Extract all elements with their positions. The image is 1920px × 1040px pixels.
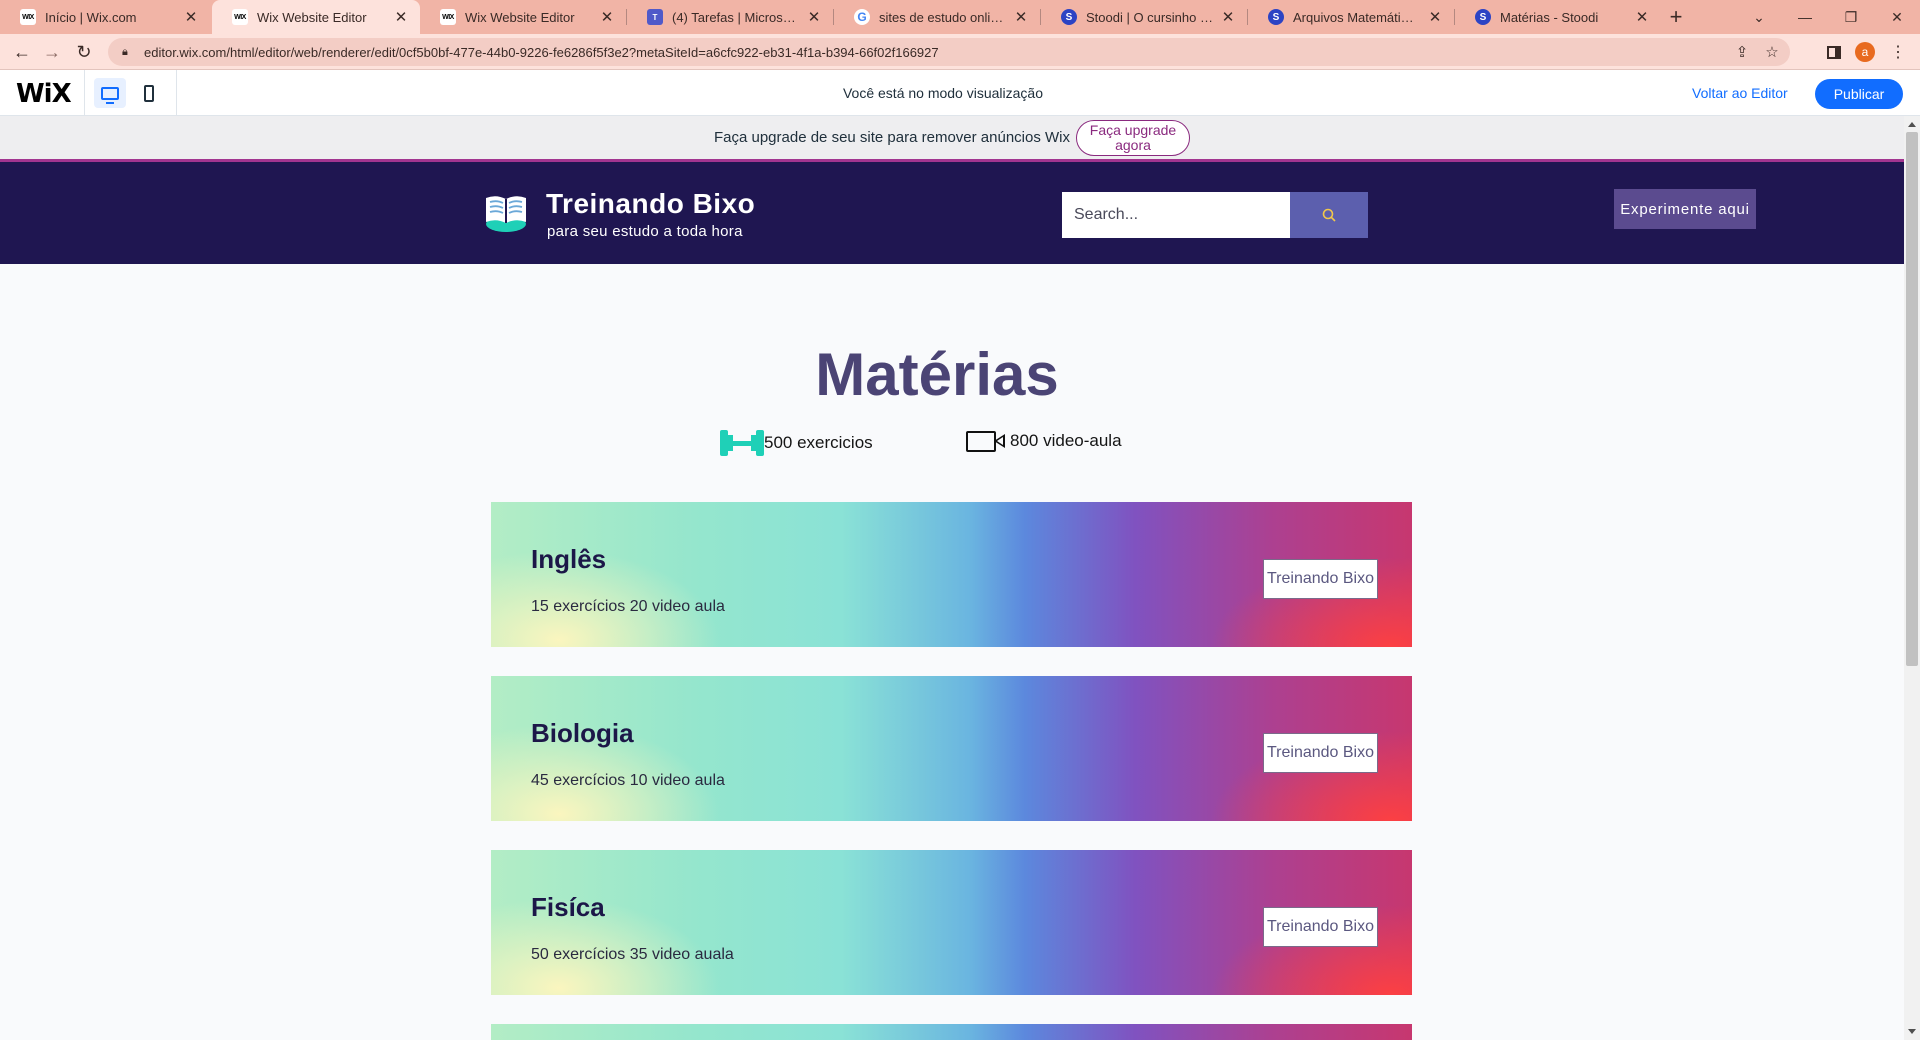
preview-mode-text: Você está no modo visualização: [842, 85, 1043, 101]
new-tab-icon[interactable]: +: [1662, 0, 1690, 34]
window-close-icon[interactable]: ✕: [1874, 0, 1920, 34]
forward-arrow-icon[interactable]: →: [38, 38, 66, 66]
tab-label: Início | Wix.com: [45, 9, 137, 25]
subject-info: 50 exercícios 35 video auala: [531, 946, 734, 963]
subject-info: 45 exercícios 10 video aula: [531, 772, 725, 789]
tab-search-icon[interactable]: ⌄: [1736, 0, 1782, 34]
tab-label: Stoodi | O cursinho online: [1086, 9, 1213, 25]
dumbbell-icon: [720, 430, 764, 456]
site-header: Treinando Bixo para seu estudo a toda ho…: [0, 162, 1904, 264]
wix-favicon-icon: WIX: [232, 9, 248, 25]
browser-menu-icon[interactable]: ⋮: [1886, 38, 1910, 66]
subject-name: Inglês: [531, 544, 607, 574]
browser-tab-active[interactable]: WIX Wix Website Editor ✕: [212, 0, 420, 34]
close-icon[interactable]: ✕: [805, 8, 823, 26]
tab-label: Wix Website Editor: [465, 9, 575, 25]
lock-icon: 🔒︎: [122, 45, 128, 58]
search-input[interactable]: [1062, 192, 1290, 238]
stoodi-favicon-icon: S: [1475, 9, 1491, 25]
close-icon[interactable]: ✕: [1426, 8, 1444, 26]
video-count: 800 video-aula: [1010, 431, 1122, 450]
upgrade-banner: Faça upgrade de seu site para remover an…: [0, 116, 1904, 162]
profile-avatar[interactable]: a: [1855, 42, 1875, 62]
subject-name: Biologia: [531, 718, 634, 748]
teams-favicon-icon: T: [647, 9, 663, 25]
browser-tab[interactable]: WIX Início | Wix.com ✕: [0, 0, 210, 34]
bookmark-star-icon[interactable]: ☆: [1758, 38, 1786, 66]
tab-label: Arquivos Matemática - Blog do Stoodi: [1293, 9, 1420, 25]
browser-tab[interactable]: WIX Wix Website Editor ✕: [420, 0, 626, 34]
page-title: Matérias: [815, 341, 1059, 408]
address-bar[interactable]: 🔒︎ editor.wix.com/html/editor/web/render…: [108, 38, 1790, 66]
try-here-button[interactable]: Experimente aqui: [1614, 189, 1756, 229]
browser-tab[interactable]: G sites de estudo online - Pesquisa Goog…: [834, 0, 1040, 34]
subject-card: Biologia 45 exercícios 10 video aula Tre…: [491, 676, 1412, 821]
scroll-thumb[interactable]: [1906, 132, 1918, 666]
browser-tab[interactable]: T (4) Tarefas | Microsoft Teams ✕: [627, 0, 833, 34]
subject-name: Fisíca: [531, 892, 605, 922]
subject-card-partial: [491, 1024, 1412, 1040]
side-panel-icon[interactable]: [1822, 38, 1846, 66]
browser-toolbar: ← → ↻ 🔒︎ editor.wix.com/html/editor/web/…: [0, 34, 1920, 70]
browser-tab[interactable]: S Arquivos Matemática - Blog do Stoodi ✕: [1248, 0, 1454, 34]
stoodi-favicon-icon: S: [1061, 9, 1077, 25]
browser-tab[interactable]: S Stoodi | O cursinho online ✕: [1041, 0, 1247, 34]
close-icon[interactable]: ✕: [1219, 8, 1237, 26]
wix-preview-bar: WiX Você está no modo visualização Volta…: [0, 70, 1920, 116]
back-to-editor-link[interactable]: Voltar ao Editor: [1692, 70, 1788, 116]
reload-icon[interactable]: ↻: [70, 38, 98, 66]
open-book-logo-icon[interactable]: [482, 190, 530, 232]
wix-favicon-icon: WIX: [440, 9, 456, 25]
back-arrow-icon[interactable]: ←: [8, 38, 36, 66]
site-search: [1062, 192, 1368, 238]
scroll-up-icon[interactable]: [1908, 122, 1916, 127]
close-icon[interactable]: ✕: [1012, 8, 1030, 26]
publish-button[interactable]: Publicar: [1815, 79, 1903, 109]
close-icon[interactable]: ✕: [182, 8, 200, 26]
upgrade-text: Faça upgrade de seu site para remover an…: [713, 129, 1070, 146]
subject-button[interactable]: Treinando Bixo: [1263, 733, 1378, 773]
upgrade-button[interactable]: Faça upgrade agora: [1076, 119, 1190, 156]
tab-label: Wix Website Editor: [257, 9, 367, 25]
exercise-stat: 500 exercicios: [720, 430, 873, 456]
site-title[interactable]: Treinando Bixo: [546, 188, 755, 220]
search-button[interactable]: [1290, 192, 1368, 238]
restore-icon[interactable]: ❐: [1828, 0, 1874, 34]
stoodi-favicon-icon: S: [1268, 9, 1284, 25]
url-text[interactable]: editor.wix.com/html/editor/web/renderer/…: [144, 45, 939, 60]
wix-favicon-icon: WIX: [20, 9, 36, 25]
minimize-icon[interactable]: —: [1782, 0, 1828, 34]
subject-info: 15 exercícios 20 video aula: [531, 598, 725, 615]
site-tagline: para seu estudo a toda hora: [547, 223, 743, 240]
exercise-count: 500 exercicios: [764, 433, 873, 452]
search-icon: [1322, 208, 1336, 222]
tab-label: sites de estudo online - Pesquisa Google: [879, 9, 1006, 25]
tab-label: Matérias - Stoodi: [1500, 9, 1599, 25]
google-favicon-icon: G: [854, 9, 870, 25]
close-icon[interactable]: ✕: [598, 8, 616, 26]
close-icon[interactable]: ✕: [392, 8, 410, 26]
subject-button[interactable]: Treinando Bixo: [1263, 559, 1378, 599]
subject-card: Inglês 15 exercícios 20 video aula Trein…: [491, 502, 1412, 647]
video-stat: 800 video-aula: [966, 430, 1122, 452]
subject-card: Fisíca 50 exercícios 35 video auala Trei…: [491, 850, 1412, 995]
page-scrollbar[interactable]: [1904, 116, 1920, 1040]
share-icon[interactable]: ⇪: [1728, 38, 1756, 66]
tab-label: (4) Tarefas | Microsoft Teams: [672, 9, 799, 25]
browser-tab[interactable]: S Matérias - Stoodi ✕: [1455, 0, 1661, 34]
video-camera-icon: [966, 430, 1008, 452]
scroll-down-icon[interactable]: [1908, 1029, 1916, 1034]
browser-tab-strip: WIX Início | Wix.com ✕ WIX Wix Website E…: [0, 0, 1920, 34]
subject-button[interactable]: Treinando Bixo: [1263, 907, 1378, 947]
close-icon[interactable]: ✕: [1633, 8, 1651, 26]
